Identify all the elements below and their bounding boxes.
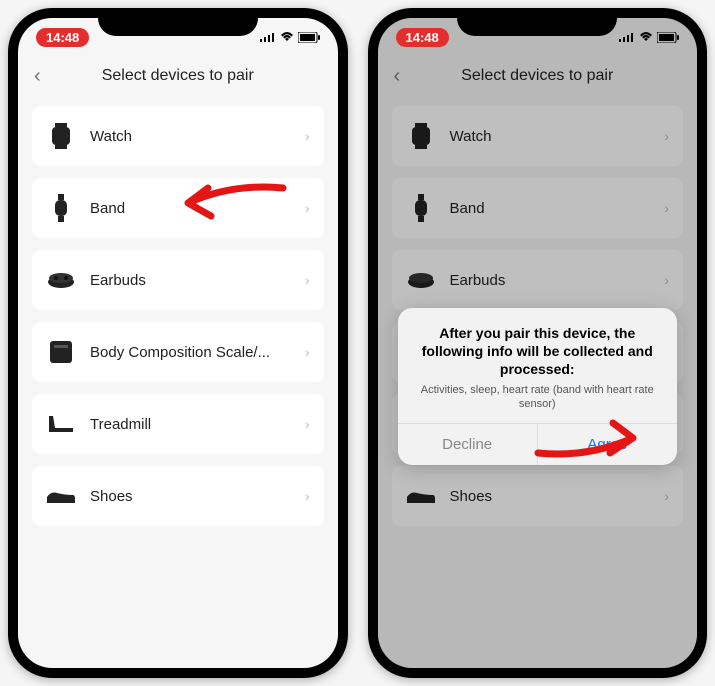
shoes-icon	[46, 489, 76, 503]
treadmill-icon	[46, 414, 76, 434]
dialog-actions: Decline Agree	[398, 423, 678, 465]
device-label: Shoes	[90, 488, 305, 505]
chevron-right-icon: ›	[664, 488, 669, 504]
agree-button[interactable]: Agree	[538, 424, 677, 465]
page-header: ‹ Select devices to pair	[18, 56, 338, 96]
battery-icon	[657, 32, 679, 43]
chevron-right-icon: ›	[305, 344, 310, 360]
wifi-icon	[280, 32, 294, 42]
earbuds-icon	[46, 272, 76, 288]
device-label: Shoes	[450, 488, 665, 505]
chevron-right-icon: ›	[305, 416, 310, 432]
page-title: Select devices to pair	[461, 67, 613, 85]
watch-icon	[46, 123, 76, 149]
shoes-icon	[406, 489, 436, 503]
device-item-shoes[interactable]: Shoes ›	[392, 466, 684, 526]
device-item-band[interactable]: Band ›	[32, 178, 324, 238]
page-title: Select devices to pair	[102, 67, 254, 85]
device-item-band[interactable]: Band ›	[392, 178, 684, 238]
device-item-watch[interactable]: Watch ›	[392, 106, 684, 166]
device-label: Watch	[450, 128, 665, 145]
device-label: Treadmill	[90, 416, 305, 433]
chevron-right-icon: ›	[305, 200, 310, 216]
device-item-watch[interactable]: Watch ›	[32, 106, 324, 166]
back-button[interactable]: ‹	[394, 65, 401, 88]
back-button[interactable]: ‹	[34, 65, 41, 88]
device-label: Band	[450, 200, 665, 217]
device-label: Body Composition Scale/...	[90, 344, 305, 361]
chevron-right-icon: ›	[664, 200, 669, 216]
phone-mockup-left: 14:48 ‹ Select devices to pair Watch › B…	[8, 8, 348, 678]
dialog-body: After you pair this device, the followin…	[398, 308, 678, 423]
battery-icon	[298, 32, 320, 43]
device-label: Watch	[90, 128, 305, 145]
device-list: Watch › Band › Earbuds › Body Compositio…	[18, 96, 338, 536]
signal-icon	[260, 32, 276, 42]
band-icon	[406, 194, 436, 222]
device-item-earbuds[interactable]: Earbuds ›	[32, 250, 324, 310]
signal-icon	[619, 32, 635, 42]
chevron-right-icon: ›	[664, 272, 669, 288]
dialog-subtitle: Activities, sleep, heart rate (band with…	[416, 383, 660, 412]
device-label: Earbuds	[450, 272, 665, 289]
status-time: 14:48	[396, 28, 449, 47]
chevron-right-icon: ›	[305, 488, 310, 504]
scale-icon	[46, 341, 76, 363]
chevron-right-icon: ›	[305, 272, 310, 288]
dialog-title: After you pair this device, the followin…	[416, 324, 660, 379]
wifi-icon	[639, 32, 653, 42]
device-label: Band	[90, 200, 305, 217]
chevron-right-icon: ›	[305, 128, 310, 144]
status-icons	[619, 32, 679, 43]
device-item-shoes[interactable]: Shoes ›	[32, 466, 324, 526]
status-bar: 14:48	[378, 18, 698, 56]
page-header: ‹ Select devices to pair	[378, 56, 698, 96]
earbuds-icon	[406, 272, 436, 288]
status-bar: 14:48	[18, 18, 338, 56]
watch-icon	[406, 123, 436, 149]
band-icon	[46, 194, 76, 222]
screen-right: 14:48 ‹ Select devices to pair Watch › B…	[378, 18, 698, 668]
screen-left: 14:48 ‹ Select devices to pair Watch › B…	[18, 18, 338, 668]
device-label: Earbuds	[90, 272, 305, 289]
status-icons	[260, 32, 320, 43]
phone-mockup-right: 14:48 ‹ Select devices to pair Watch › B…	[368, 8, 708, 678]
device-item-earbuds[interactable]: Earbuds ›	[392, 250, 684, 310]
device-item-treadmill[interactable]: Treadmill ›	[32, 394, 324, 454]
chevron-right-icon: ›	[664, 128, 669, 144]
device-item-scale[interactable]: Body Composition Scale/... ›	[32, 322, 324, 382]
status-time: 14:48	[36, 28, 89, 47]
consent-dialog: After you pair this device, the followin…	[398, 308, 678, 465]
decline-button[interactable]: Decline	[398, 424, 538, 465]
